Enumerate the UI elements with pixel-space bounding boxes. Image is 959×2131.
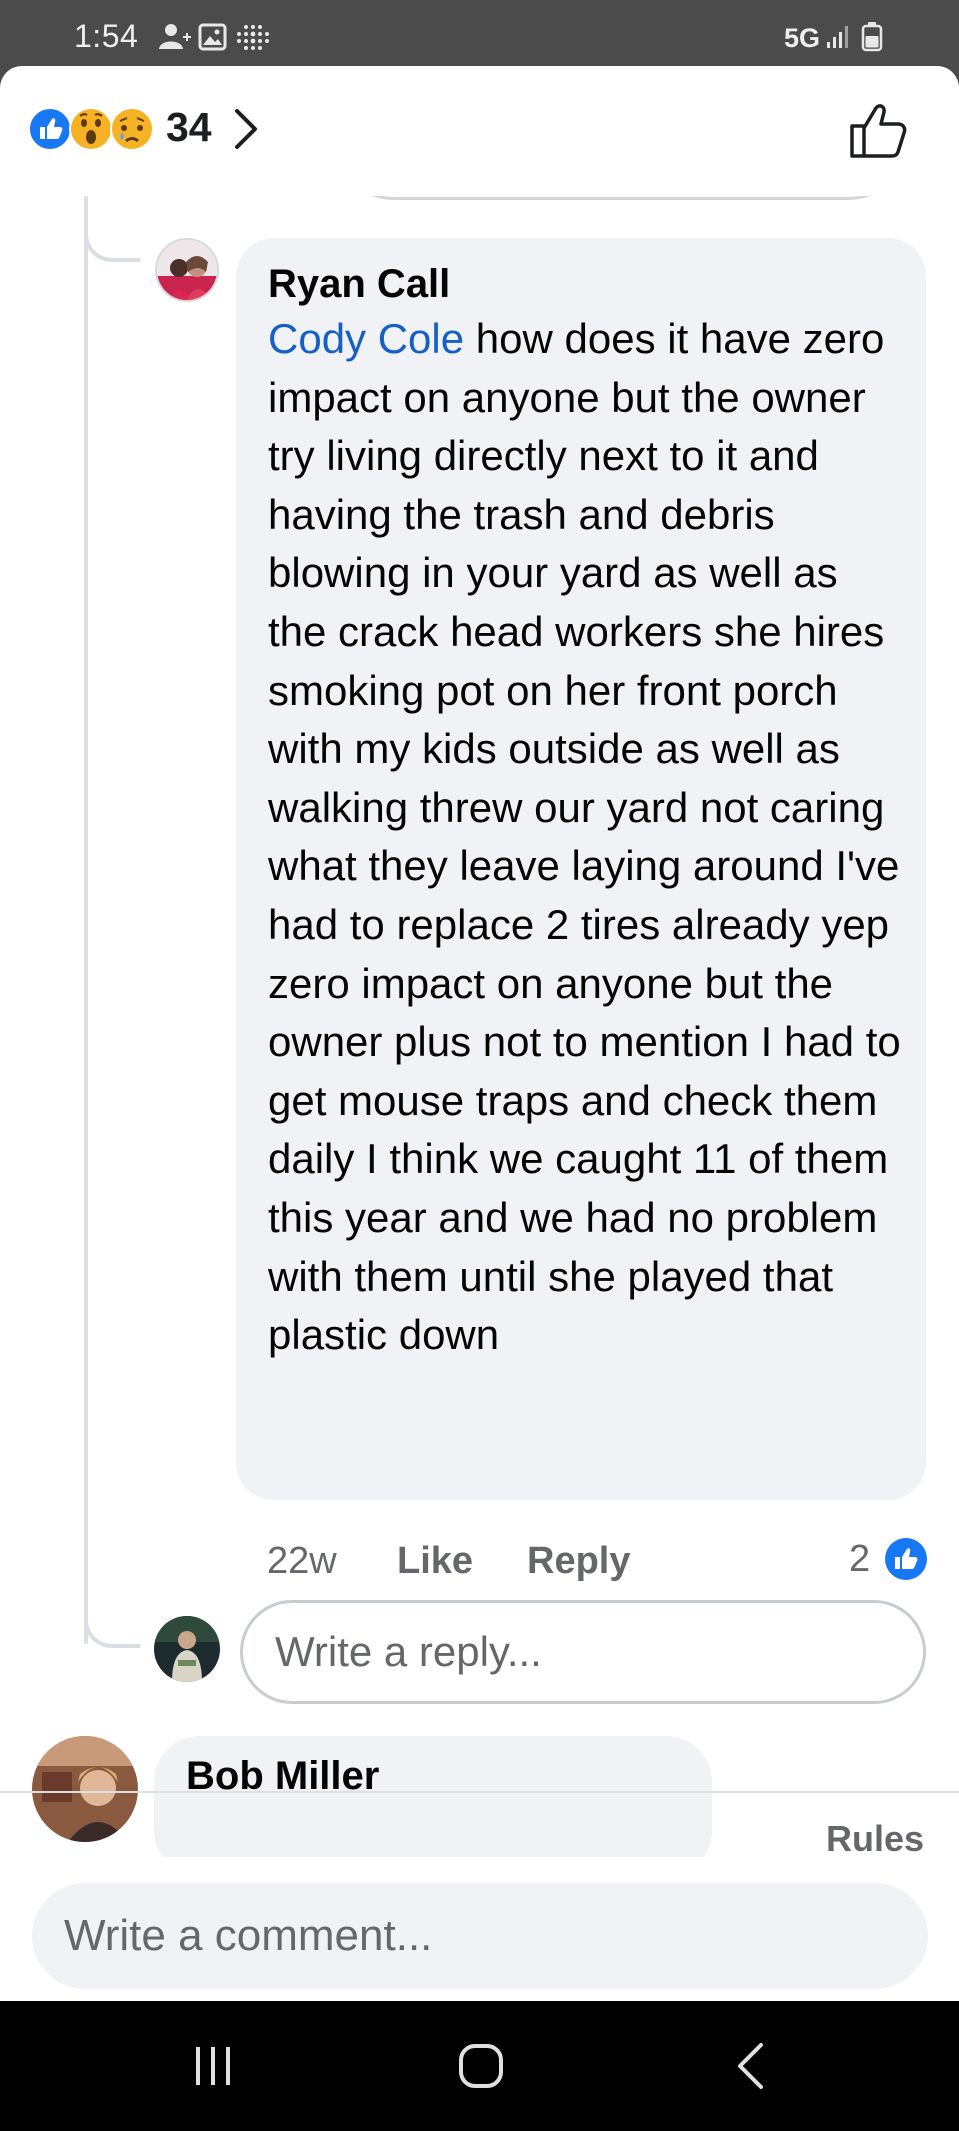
system-nav-bar (0, 2001, 959, 2131)
thread-connector (84, 222, 140, 262)
comment-like-count[interactable]: 2 (849, 1538, 870, 1581)
comment-bubble[interactable]: Ryan Call Cody Cole how does it have zer… (236, 238, 926, 1500)
chevron-right-icon[interactable] (232, 107, 260, 151)
back-icon[interactable] (734, 2041, 766, 2091)
comments-sheet: 34 Ryan Call Cody Cole how does it have … (0, 66, 959, 2001)
reactions-summary[interactable] (28, 106, 163, 152)
thread-connector (84, 1604, 140, 1648)
comment-text: Cody Cole how does it have zero impact o… (268, 310, 904, 1365)
current-user-avatar (154, 1616, 220, 1682)
avatar-photo (154, 1616, 220, 1682)
status-time: 1:54 (74, 18, 139, 54)
comment-author[interactable]: Ryan Call (268, 260, 898, 308)
like-reaction-icon (28, 107, 72, 151)
home-icon[interactable] (458, 2043, 504, 2089)
battery-icon (861, 22, 883, 52)
wow-reaction-icon (69, 107, 113, 151)
avatar-photo (32, 1736, 138, 1842)
network-type: 5G (784, 23, 821, 53)
reactions-header: 34 (0, 66, 959, 196)
comment-thread: Ryan Call Cody Cole how does it have zer… (0, 196, 959, 1857)
status-bar: 1:54 5G (0, 0, 959, 66)
like-button[interactable]: Like (397, 1540, 473, 1583)
gallery-icon (198, 23, 227, 51)
contact-icon (159, 24, 191, 49)
reaction-count[interactable]: 34 (166, 104, 212, 151)
avatar[interactable] (32, 1736, 138, 1842)
avatar[interactable] (155, 238, 219, 302)
reply-button[interactable]: Reply (527, 1540, 630, 1583)
dots-grid-icon (237, 25, 269, 50)
notification-icons (159, 23, 269, 51)
reply-input[interactable]: Write a reply... (240, 1600, 926, 1704)
previous-reply-box (332, 196, 910, 200)
recent-apps-icon[interactable] (190, 2045, 236, 2087)
comment-input[interactable]: Write a comment... (32, 1883, 928, 1989)
thumbs-up-icon[interactable] (848, 102, 908, 160)
comment-body: how does it have zero impact on anyone b… (268, 315, 901, 1359)
avatar-photo (157, 240, 217, 300)
comment-bubble[interactable]: Bob Miller (154, 1736, 712, 1857)
rules-link[interactable]: Rules (826, 1818, 924, 1860)
signal-icon (827, 26, 848, 48)
footer-divider (0, 1791, 959, 1793)
comment-timestamp[interactable]: 22w (267, 1540, 337, 1583)
sad-reaction-icon (110, 107, 154, 151)
thread-line (84, 196, 88, 1644)
like-badge-icon[interactable] (883, 1536, 929, 1582)
signal-battery-icons (827, 22, 883, 52)
mention-link[interactable]: Cody Cole (268, 315, 464, 362)
